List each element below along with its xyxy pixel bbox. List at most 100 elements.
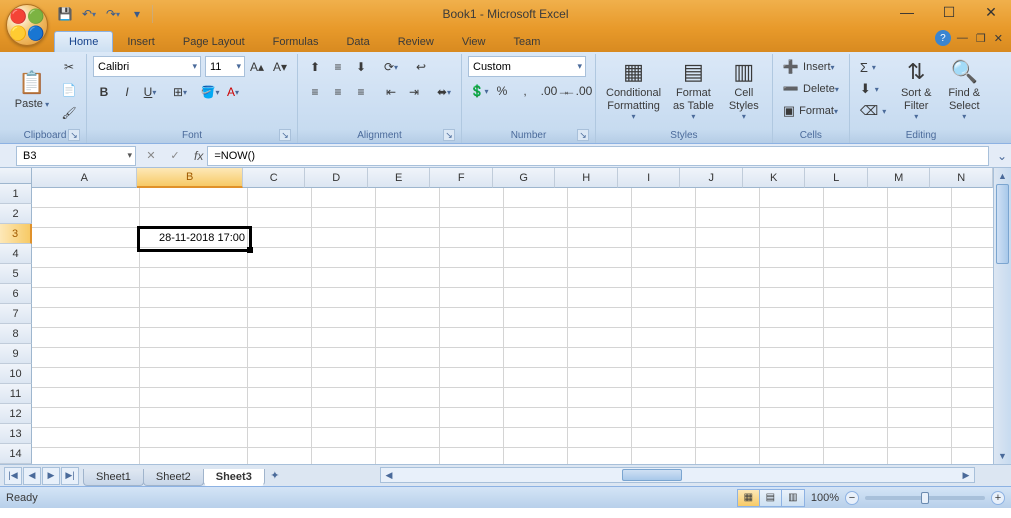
insert-cells-button[interactable]: ➕Insert: [779, 56, 843, 78]
cancel-formula-icon[interactable]: ✕: [140, 146, 162, 166]
font-color-button[interactable]: A: [222, 81, 244, 103]
fill-color-button[interactable]: 🪣: [199, 81, 221, 103]
column-header-c[interactable]: C: [243, 168, 306, 188]
tab-formulas[interactable]: Formulas: [259, 32, 333, 52]
row-header-9[interactable]: 9: [0, 344, 32, 364]
fill-button[interactable]: ⬇: [856, 78, 890, 100]
row-header-12[interactable]: 12: [0, 404, 32, 424]
decrease-font-icon[interactable]: A▾: [269, 56, 291, 78]
tab-data[interactable]: Data: [332, 32, 383, 52]
column-header-k[interactable]: K: [743, 168, 806, 188]
wrap-text-button[interactable]: ↩: [410, 56, 432, 78]
percent-format-icon[interactable]: %: [491, 80, 513, 102]
comma-format-icon[interactable]: ,: [514, 80, 536, 102]
decrease-indent-icon[interactable]: ⇤: [380, 81, 402, 103]
name-box[interactable]: B3: [16, 146, 136, 166]
column-header-f[interactable]: F: [430, 168, 493, 188]
sheet-tab-sheet3[interactable]: Sheet3: [203, 469, 265, 486]
row-header-14[interactable]: 14: [0, 444, 32, 464]
bold-button[interactable]: B: [93, 81, 115, 103]
row-header-4[interactable]: 4: [0, 244, 32, 264]
column-header-n[interactable]: N: [930, 168, 993, 188]
row-header-11[interactable]: 11: [0, 384, 32, 404]
merge-button[interactable]: ⬌: [433, 81, 455, 103]
row-header-13[interactable]: 13: [0, 424, 32, 444]
find-select-button[interactable]: 🔍Find & Select: [942, 56, 986, 124]
tab-team[interactable]: Team: [499, 32, 554, 52]
select-all-button[interactable]: [0, 168, 32, 184]
cell-styles-button[interactable]: ▥Cell Styles: [722, 56, 766, 124]
sort-filter-button[interactable]: ⇅Sort & Filter: [894, 56, 938, 124]
hscroll-thumb[interactable]: [622, 469, 682, 481]
minimize-button[interactable]: —: [893, 2, 921, 22]
tab-home[interactable]: Home: [54, 31, 113, 52]
scroll-up-icon[interactable]: ▲: [994, 168, 1011, 184]
copy-icon[interactable]: 📄: [58, 79, 80, 101]
column-header-d[interactable]: D: [305, 168, 368, 188]
column-header-j[interactable]: J: [680, 168, 743, 188]
row-header-2[interactable]: 2: [0, 204, 32, 224]
column-header-a[interactable]: A: [32, 168, 137, 188]
cells-area[interactable]: 28-11-2018 17:00: [32, 188, 993, 464]
scroll-left-icon[interactable]: ◀: [381, 470, 397, 481]
orientation-icon[interactable]: ⟳: [380, 56, 402, 78]
prev-sheet-button[interactable]: ◀: [23, 467, 41, 485]
align-right-icon[interactable]: ≡: [350, 81, 372, 103]
tab-page-layout[interactable]: Page Layout: [169, 32, 259, 52]
vscroll-thumb[interactable]: [996, 184, 1009, 264]
row-header-5[interactable]: 5: [0, 264, 32, 284]
row-header-3[interactable]: 3: [0, 224, 32, 244]
fx-label-icon[interactable]: fx: [190, 149, 207, 163]
align-left-icon[interactable]: ≡: [304, 81, 326, 103]
column-header-m[interactable]: M: [868, 168, 931, 188]
scroll-down-icon[interactable]: ▼: [994, 448, 1011, 464]
formula-input[interactable]: =NOW(): [207, 146, 989, 166]
row-header-1[interactable]: 1: [0, 184, 32, 204]
format-as-table-button[interactable]: ▤Format as Table: [669, 56, 718, 124]
font-launcher[interactable]: ↘: [279, 129, 291, 141]
decrease-decimal-icon[interactable]: ←.00: [567, 80, 589, 102]
number-launcher[interactable]: ↘: [577, 129, 589, 141]
align-center-icon[interactable]: ≡: [327, 81, 349, 103]
font-name-combo[interactable]: Calibri: [93, 56, 201, 77]
increase-indent-icon[interactable]: ⇥: [403, 81, 425, 103]
alignment-launcher[interactable]: ↘: [443, 129, 455, 141]
maximize-button[interactable]: ☐: [935, 2, 963, 22]
close-workbook-button[interactable]: ✕: [992, 32, 1005, 45]
help-icon[interactable]: ?: [935, 30, 951, 46]
italic-button[interactable]: I: [116, 81, 138, 103]
redo-icon[interactable]: ↷: [102, 3, 124, 25]
accounting-format-icon[interactable]: 💲: [468, 80, 490, 102]
autosum-button[interactable]: Σ: [856, 56, 890, 78]
page-break-view-button[interactable]: ▥: [782, 490, 804, 506]
tab-view[interactable]: View: [448, 32, 500, 52]
underline-button[interactable]: U: [139, 81, 161, 103]
sheet-tab-sheet2[interactable]: Sheet2: [143, 469, 204, 486]
restore-workbook-button[interactable]: ❐: [974, 32, 988, 45]
save-icon[interactable]: 💾: [54, 3, 76, 25]
next-sheet-button[interactable]: ▶: [42, 467, 60, 485]
row-header-8[interactable]: 8: [0, 324, 32, 344]
zoom-slider[interactable]: [865, 496, 985, 500]
new-sheet-button[interactable]: ✦: [264, 469, 286, 482]
paste-button[interactable]: 📋 Paste: [10, 56, 54, 124]
page-layout-view-button[interactable]: ▤: [760, 490, 782, 506]
align-bottom-icon[interactable]: ⬇: [350, 56, 372, 78]
zoom-percent[interactable]: 100%: [811, 492, 839, 504]
office-button[interactable]: 🔴🟢🟡🔵: [6, 4, 48, 46]
scroll-right-icon[interactable]: ▶: [958, 470, 974, 481]
align-top-icon[interactable]: ⬆: [304, 56, 326, 78]
qat-customize-icon[interactable]: ▾: [126, 3, 148, 25]
column-header-g[interactable]: G: [493, 168, 556, 188]
conditional-formatting-button[interactable]: ▦Conditional Formatting: [602, 56, 665, 124]
increase-font-icon[interactable]: A▴: [246, 56, 268, 78]
delete-cells-button[interactable]: ➖Delete: [779, 78, 843, 100]
format-painter-icon[interactable]: 🖌: [58, 102, 80, 124]
column-header-l[interactable]: L: [805, 168, 868, 188]
expand-formula-bar-icon[interactable]: ⌄: [993, 149, 1011, 163]
normal-view-button[interactable]: ▦: [738, 490, 760, 506]
column-header-e[interactable]: E: [368, 168, 431, 188]
undo-icon[interactable]: ↶: [78, 3, 100, 25]
clear-button[interactable]: ⌫: [856, 100, 890, 122]
row-header-10[interactable]: 10: [0, 364, 32, 384]
